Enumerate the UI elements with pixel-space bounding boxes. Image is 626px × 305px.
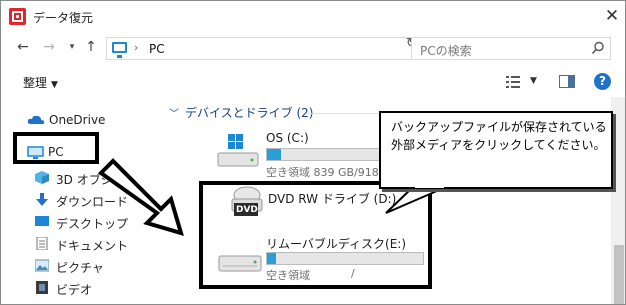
highlight-box-external-drives xyxy=(199,181,432,289)
breadcrumb-pc[interactable]: PC xyxy=(149,42,165,56)
nav-item-label: 3D オブジェ xyxy=(56,173,125,187)
back-arrow-icon[interactable]: ← xyxy=(14,38,32,56)
up-arrow-icon[interactable]: ↑ xyxy=(82,38,100,56)
nav-item-downloads[interactable]: ダウンロード xyxy=(1,189,161,211)
instruction-callout: バックアップファイルが保存されている外部メディアをクリックしてください。 xyxy=(379,111,613,189)
window-title: データ復元 xyxy=(33,11,94,25)
nav-item-videos[interactable]: ビデオ xyxy=(1,277,161,299)
computer-icon xyxy=(112,42,127,58)
address-field[interactable]: › PC ▾ xyxy=(106,37,484,60)
callout-text: バックアップファイルが保存されている外部メディアをクリックしてください。 xyxy=(391,120,607,152)
breadcrumb-separator-icon: › xyxy=(134,41,139,54)
nav-item-label: ドキュメント xyxy=(56,239,129,253)
drive-free-space: 空き領域 839 GB/918 xyxy=(266,166,379,179)
navigation-pane: OneDrive PC 3D オブジェ ダウンロード デスクトップ ドキュメント… xyxy=(1,97,161,304)
view-options-icon[interactable] xyxy=(506,76,520,88)
highlight-box-pc xyxy=(13,132,99,164)
chevron-down-icon: ﹀ xyxy=(169,109,179,120)
cube-icon xyxy=(35,171,49,184)
file-picker-window: データ復元 ✕ ← → ▾ ↑ › PC ▾ ↻ PCの検索 整理▼ xyxy=(0,0,626,305)
nav-item-label: OneDrive xyxy=(49,113,106,127)
group-header-devices[interactable]: ﹀ デバイスとドライブ (2) xyxy=(169,104,313,121)
nav-item-label: ダウンロード xyxy=(56,195,129,209)
video-icon xyxy=(36,281,48,294)
nav-item-onedrive[interactable]: OneDrive xyxy=(1,109,161,131)
picture-icon xyxy=(35,259,49,272)
navigation-bar: ← → ▾ ↑ › PC ▾ ↻ PCの検索 xyxy=(1,33,625,63)
recent-locations-icon[interactable]: ▾ xyxy=(63,38,81,56)
nav-item-label: デスクトップ xyxy=(56,217,129,231)
nav-item-desktop[interactable]: デスクトップ xyxy=(1,211,161,233)
organize-button[interactable]: 整理 ▼ xyxy=(23,74,58,91)
search-placeholder: PCの検索 xyxy=(420,44,472,58)
help-icon[interactable]: ? xyxy=(594,73,611,90)
download-arrow-icon xyxy=(36,193,48,206)
search-input[interactable]: PCの検索 xyxy=(411,37,611,60)
scroll-thumb[interactable] xyxy=(614,245,624,304)
nav-item-label: ピクチャ xyxy=(56,261,104,275)
desktop-icon xyxy=(35,216,49,226)
chevron-down-icon: ▼ xyxy=(51,80,58,90)
preview-pane-icon[interactable] xyxy=(559,75,575,88)
content-scrollbar[interactable] xyxy=(611,97,625,304)
close-icon[interactable]: ✕ xyxy=(602,6,622,26)
nav-item-pictures[interactable]: ピクチャ xyxy=(1,255,161,277)
search-icon xyxy=(591,41,604,55)
windows-drive-icon xyxy=(217,134,259,167)
nav-item-3d-objects[interactable]: 3D オブジェ xyxy=(1,167,161,189)
nav-item-documents[interactable]: ドキュメント xyxy=(1,233,161,255)
document-icon xyxy=(36,237,48,250)
title-bar: データ復元 ✕ xyxy=(1,1,625,33)
cloud-icon xyxy=(27,115,45,124)
nav-item-label: ビデオ xyxy=(56,283,93,297)
callout-tail-seam xyxy=(415,185,444,188)
command-bar: 整理 ▼ ▼ ? xyxy=(1,67,625,97)
drive-usage-fill xyxy=(267,149,282,160)
view-dropdown-icon[interactable]: ▼ xyxy=(530,76,537,86)
forward-arrow-icon[interactable]: → xyxy=(40,38,58,56)
drive-name: OS (C:) xyxy=(266,131,309,145)
app-logo-icon xyxy=(9,8,26,25)
